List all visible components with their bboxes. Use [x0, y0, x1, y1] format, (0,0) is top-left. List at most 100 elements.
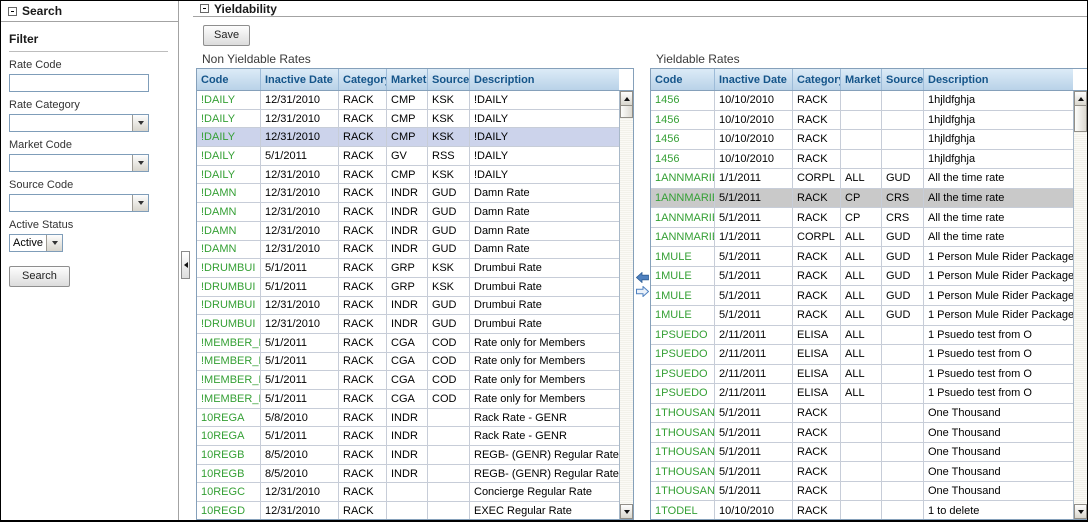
market-code-combo[interactable] — [9, 154, 149, 172]
table-row[interactable]: 1MULE5/1/2011RACKALLGUD1 Person Mule Rid… — [651, 286, 1073, 306]
table-row[interactable]: !DAMN12/31/2010RACKINDRGUDDamn Rate — [197, 241, 619, 260]
table-row[interactable]: !DAMN12/31/2010RACKINDRGUDDamn Rate — [197, 203, 619, 222]
search-button[interactable]: Search — [9, 266, 70, 287]
table-row[interactable]: 1THOUSAND5/1/2011RACKOne Thousand — [651, 404, 1073, 424]
table-cell: Damn Rate — [470, 222, 619, 240]
table-row[interactable]: !DAILY5/1/2011RACKGVRSS!DAILY — [197, 147, 619, 166]
collapse-panel-button[interactable] — [181, 251, 190, 279]
table-row[interactable]: 1PSUEDO2/11/2011ELISAALL1 Psuedo test fr… — [651, 345, 1073, 365]
table-row[interactable]: !MEMBER_RA...5/1/2011RACKCGACODRate only… — [197, 334, 619, 353]
scrollbar-thumb[interactable] — [1074, 106, 1087, 132]
table-row[interactable]: 1MULE5/1/2011RACKALLGUD1 Person Mule Rid… — [651, 267, 1073, 287]
collapse-icon[interactable] — [8, 7, 17, 16]
table-cell: 1 Person Mule Rider Package — [924, 286, 1073, 305]
table-row[interactable]: !MEMBER_RA...5/1/2011RACKCGACODRate only… — [197, 371, 619, 390]
table-row[interactable]: 1PSUEDO2/11/2011ELISAALL1 Psuedo test fr… — [651, 384, 1073, 404]
table-row[interactable]: 1PSUEDO2/11/2011ELISAALL1 Psuedo test fr… — [651, 365, 1073, 385]
table-row[interactable]: 10REGD12/31/2010RACKEXEC Regular Rate — [197, 502, 619, 519]
collapse-icon[interactable] — [200, 4, 209, 13]
table-row[interactable]: !DAILY12/31/2010RACKCMPKSK!DAILY — [197, 110, 619, 129]
table-row[interactable]: 145610/10/2010RACK1hjldfghja — [651, 150, 1073, 170]
scrollbar-thumb[interactable] — [620, 106, 633, 118]
table-row[interactable]: 145610/10/2010RACK1hjldfghja — [651, 111, 1073, 131]
chevron-down-icon[interactable] — [132, 195, 148, 211]
table-row[interactable]: 1TODEL10/10/2010RACK1 to delete — [651, 501, 1073, 519]
column-header[interactable]: Description — [924, 69, 1073, 90]
table-row[interactable]: 1MULE5/1/2011RACKALLGUD1 Person Mule Rid… — [651, 247, 1073, 267]
market-code-label: Market Code — [9, 139, 168, 151]
rate-code-input[interactable] — [9, 74, 149, 92]
table-cell: KSK — [428, 91, 470, 109]
non-yieldable-scrollbar[interactable] — [619, 91, 633, 519]
column-header[interactable]: Inactive Date — [261, 69, 339, 90]
table-row[interactable]: !DRUMBUI5/1/2011RACKGRPKSKDrumbui Rate — [197, 278, 619, 297]
yieldability-panel-title: Yieldability — [214, 2, 277, 16]
table-row[interactable]: !DAMN12/31/2010RACKINDRGUDDamn Rate — [197, 184, 619, 203]
table-row[interactable]: 10REGB8/5/2010RACKINDRREGB- (GENR) Regul… — [197, 446, 619, 465]
table-row[interactable]: 1ANNMARIE5/1/2011RACKCPCRSAll the time r… — [651, 208, 1073, 228]
chevron-down-icon[interactable] — [132, 115, 148, 131]
move-left-button[interactable] — [636, 272, 649, 283]
non-yieldable-table-body: !DAILY12/31/2010RACKCMPKSK!DAILY!DAILY12… — [197, 91, 619, 519]
table-row[interactable]: 1THOUSAND5/1/2011RACKOne Thousand — [651, 423, 1073, 443]
column-header[interactable]: Source — [428, 69, 470, 90]
table-row[interactable]: 10REGA5/1/2011RACKINDRRack Rate - GENR — [197, 427, 619, 446]
table-cell: !DAILY — [470, 128, 619, 146]
table-cell: 1MULE — [651, 267, 715, 286]
table-row[interactable]: !DRUMBUI5/1/2011RACKGRPKSKDrumbui Rate — [197, 259, 619, 278]
active-status-select[interactable]: Active — [9, 234, 63, 252]
table-row[interactable]: 10REGA5/8/2010RACKINDRRack Rate - GENR — [197, 409, 619, 428]
column-header[interactable]: Market — [387, 69, 428, 90]
table-row[interactable]: !DAMN12/31/2010RACKINDRGUDDamn Rate — [197, 222, 619, 241]
column-header[interactable]: Description — [470, 69, 619, 90]
column-header[interactable]: Inactive Date — [715, 69, 793, 90]
table-row[interactable]: 1ANNMARIE1/1/2011CORPLALLGUDAll the time… — [651, 228, 1073, 248]
table-row[interactable]: 10REGB8/5/2010RACKINDRREGB- (GENR) Regul… — [197, 465, 619, 484]
column-header[interactable]: Market — [841, 69, 882, 90]
yieldability-panel-header[interactable]: Yieldability — [193, 1, 1087, 17]
table-cell: 1PSUEDO — [651, 345, 715, 364]
table-row[interactable]: 1THOUSAND5/1/2011RACKOne Thousand — [651, 462, 1073, 482]
rate-category-combo[interactable] — [9, 114, 149, 132]
scroll-up-button[interactable] — [1074, 91, 1087, 106]
source-code-combo[interactable] — [9, 194, 149, 212]
column-header[interactable]: Category — [339, 69, 387, 90]
table-cell: 12/31/2010 — [261, 502, 339, 519]
table-row[interactable]: 1THOUSAND5/1/2011RACKOne Thousand — [651, 443, 1073, 463]
chevron-down-icon[interactable] — [132, 155, 148, 171]
table-row[interactable]: 1THOUSAND5/1/2011RACKOne Thousand — [651, 482, 1073, 502]
table-row[interactable]: !MEMBER_RA...5/1/2011RACKCGACODRate only… — [197, 390, 619, 409]
table-row[interactable]: !DAILY12/31/2010RACKCMPKSK!DAILY — [197, 128, 619, 147]
table-row[interactable]: 1PSUEDO2/11/2011ELISAALL1 Psuedo test fr… — [651, 326, 1073, 346]
table-row[interactable]: !MEMBER_RA...5/1/2011RACKCGACODRate only… — [197, 353, 619, 372]
table-row[interactable]: 1ANNMARIE1/1/2011CORPLALLGUDAll the time… — [651, 169, 1073, 189]
column-header[interactable]: Source — [882, 69, 924, 90]
table-row[interactable]: 10REGC12/31/2010RACKConcierge Regular Ra… — [197, 483, 619, 502]
column-header[interactable]: Code — [651, 69, 715, 90]
chevron-down-icon[interactable] — [46, 235, 62, 251]
table-cell: 1PSUEDO — [651, 365, 715, 384]
table-cell: 1 Psuedo test from O — [924, 365, 1073, 384]
filter-title: Filter — [9, 28, 168, 52]
scroll-down-button[interactable] — [1074, 504, 1087, 519]
table-row[interactable]: 1ANNMARIE5/1/2011RACKCPCRSAll the time r… — [651, 189, 1073, 209]
yieldable-scrollbar[interactable] — [1073, 91, 1087, 519]
table-row[interactable]: !DRUMBUI12/31/2010RACKINDRGUDDrumbui Rat… — [197, 315, 619, 334]
search-form: Filter Rate Code Rate Category Market Co… — [1, 22, 178, 287]
column-header[interactable]: Code — [197, 69, 261, 90]
scroll-up-button[interactable] — [620, 91, 633, 106]
scroll-down-button[interactable] — [620, 504, 633, 519]
search-panel-header[interactable]: Search — [1, 1, 178, 22]
table-row[interactable]: !DAILY12/31/2010RACKCMPKSK!DAILY — [197, 91, 619, 110]
column-header[interactable]: Category — [793, 69, 841, 90]
table-cell: !DAILY — [470, 91, 619, 109]
table-cell: ALL — [841, 247, 882, 266]
table-row[interactable]: 145610/10/2010RACK1hjldfghja — [651, 130, 1073, 150]
table-row[interactable]: 145610/10/2010RACK1hjldfghja — [651, 91, 1073, 111]
table-row[interactable]: !DRUMBUI12/31/2010RACKINDRGUDDrumbui Rat… — [197, 297, 619, 316]
move-right-button[interactable] — [636, 286, 649, 297]
table-row[interactable]: !DAILY12/31/2010RACKCMPKSK!DAILY — [197, 166, 619, 185]
panel-splitter[interactable] — [179, 1, 193, 520]
save-button[interactable]: Save — [203, 25, 250, 46]
table-row[interactable]: 1MULE5/1/2011RACKALLGUD1 Person Mule Rid… — [651, 306, 1073, 326]
